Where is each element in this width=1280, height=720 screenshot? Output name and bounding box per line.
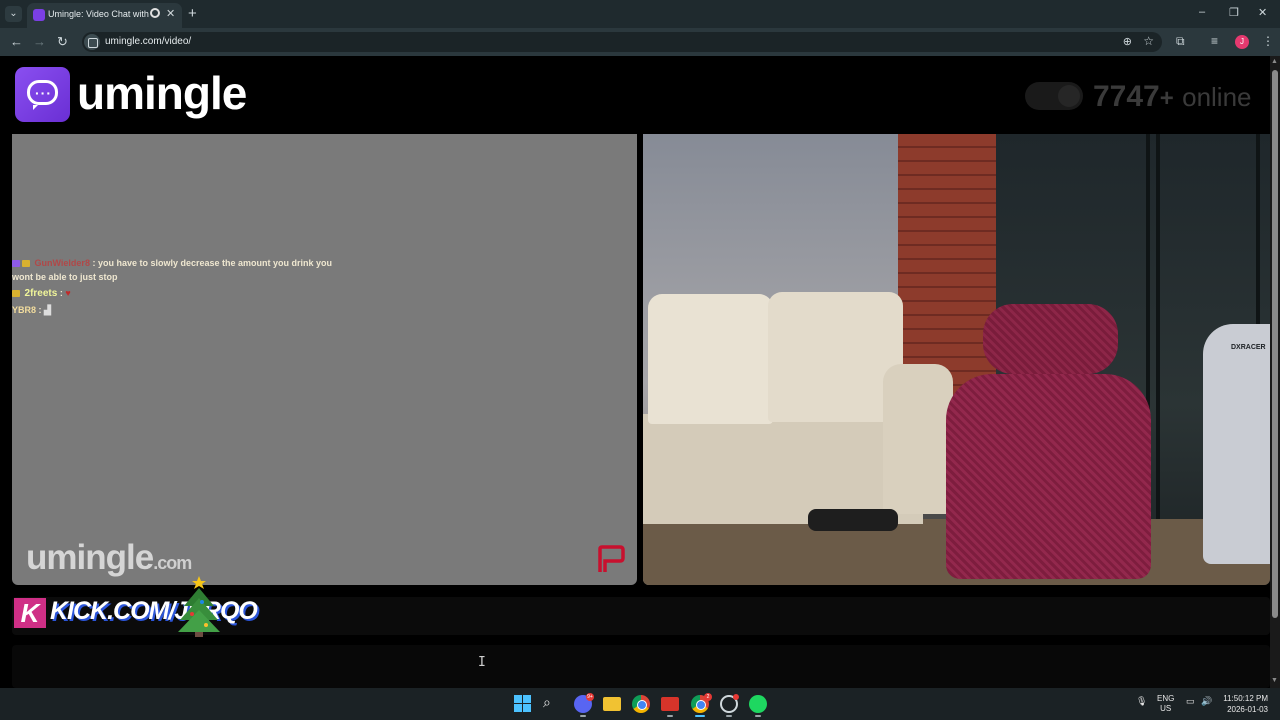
clock-date: 2026-01-03 — [1227, 705, 1268, 714]
zoom-icon[interactable]: ⊕ — [1123, 35, 1132, 48]
chat-text: : — [38, 305, 42, 315]
windows-start-icon[interactable] — [514, 695, 532, 713]
watermark-main: umingle — [26, 538, 154, 577]
browser-toolbar: ← → ↻ umingle.com/video/ ⊕ ☆ ⧉ ≡ ⋮ — [0, 28, 1280, 56]
reload-icon[interactable]: ↻ — [57, 34, 68, 50]
online-label: online — [1182, 82, 1252, 112]
tab-title: Umingle: Video Chat with S — [48, 9, 152, 19]
record-icon — [150, 8, 160, 18]
clock-time: 11:50:12 PM — [1223, 694, 1268, 703]
chat-input-bar[interactable] — [12, 645, 1270, 688]
online-plus: + — [1159, 85, 1174, 112]
scroll-down-icon[interactable]: ▼ — [1271, 677, 1278, 684]
language-indicator[interactable]: ENG US — [1157, 694, 1174, 714]
file-explorer-icon[interactable] — [603, 697, 621, 711]
badge-icon — [12, 290, 20, 298]
address-bar[interactable]: umingle.com/video/ ⊕ ☆ — [82, 32, 1162, 52]
stranger-video-pane: GunWielder8 : you have to slowly decreas… — [12, 134, 637, 585]
chat-message: 2freets : ♥ — [12, 286, 432, 301]
badge-icon — [12, 260, 20, 268]
chat-text: : you have to slowly decrease the amount… — [92, 258, 333, 268]
chat-message: GunWielder8 : you have to slowly decreas… — [12, 256, 432, 284]
kick-logo-icon: K — [14, 598, 46, 628]
badge-icon — [22, 260, 30, 268]
bookmark-star-icon[interactable]: ☆ — [1143, 34, 1154, 48]
logo-icon[interactable]: ··· — [15, 67, 70, 122]
gaming-chair: DXRACER — [1203, 324, 1270, 564]
chat-message: YBR8 : ▟ — [12, 303, 432, 317]
site-logo-text[interactable]: umingle — [77, 66, 247, 120]
site-info-icon[interactable] — [84, 34, 100, 50]
restore-button[interactable]: ❐ — [1229, 6, 1239, 19]
sofa-seat — [643, 414, 923, 524]
forward-icon[interactable]: → — [33, 34, 46, 49]
browser-tab-bar: ⌄ Umingle: Video Chat with S ✕ + – ❐ ✕ — [0, 0, 1280, 28]
theme-toggle[interactable] — [1025, 82, 1083, 110]
umingle-watermark: umingle.com — [26, 538, 192, 578]
back-icon[interactable]: ← — [10, 34, 23, 49]
chair-brand: DXRACER — [1231, 344, 1266, 351]
display-icon[interactable]: ▭ — [1186, 696, 1195, 707]
chrome-badge: 2 — [704, 693, 712, 701]
lang-line2: US — [1160, 704, 1172, 713]
umingle-favicon — [33, 9, 45, 21]
report-flag-icon[interactable] — [596, 544, 626, 574]
office-chair — [946, 374, 1151, 579]
chat-text: : — [59, 288, 63, 298]
extensions-icon[interactable]: ⧉ — [1176, 34, 1185, 49]
online-count: 7747 — [1093, 80, 1160, 113]
chat-username: 2freets — [24, 288, 58, 299]
lang-line1: ENG — [1157, 694, 1175, 703]
chair-armrest — [808, 509, 898, 531]
chat-text-continuation: wont be able to just stop — [12, 272, 118, 282]
minimize-button[interactable]: – — [1199, 6, 1205, 18]
sofa-arm — [883, 364, 953, 514]
self-video-pane: DXRACER — [643, 134, 1270, 585]
steam-badge — [733, 694, 739, 700]
volume-icon[interactable]: 🔊 — [1201, 696, 1212, 707]
page-scrollbar[interactable] — [1270, 56, 1280, 688]
tab-search-icon[interactable]: ⌄ — [5, 6, 22, 22]
chat-username: GunWielder8 — [34, 258, 90, 268]
emote-icon: ♥ — [65, 288, 71, 298]
spotify-icon[interactable] — [749, 695, 767, 713]
window-close-button[interactable]: ✕ — [1258, 6, 1267, 19]
chrome-icon[interactable] — [632, 695, 650, 713]
scroll-up-icon[interactable]: ▲ — [1271, 58, 1278, 65]
christmas-tree-icon — [178, 576, 220, 637]
profile-icon[interactable]: J — [1235, 35, 1249, 49]
new-tab-icon[interactable]: + — [188, 5, 197, 22]
emote-icon: ▟ — [44, 305, 51, 315]
media-control-icon[interactable]: ≡ — [1211, 34, 1218, 48]
kick-channel-text: KICK.COM/JERQO — [50, 597, 258, 625]
stream-chat-overlay: GunWielder8 : you have to slowly decreas… — [12, 256, 432, 319]
close-icon[interactable]: ✕ — [166, 7, 175, 20]
discord-badge: 9+ — [586, 693, 594, 701]
chat-username: YBR8 — [12, 305, 37, 315]
url-text: umingle.com/video/ — [105, 36, 192, 47]
menu-icon[interactable]: ⋮ — [1262, 34, 1274, 48]
text-cursor-icon: I — [478, 655, 486, 670]
app-icon[interactable] — [661, 697, 679, 711]
chair-headrest — [983, 304, 1118, 374]
sofa-cushion — [648, 294, 773, 424]
system-clock[interactable]: 11:50:12 PM 2026-01-03 — [1222, 693, 1268, 715]
search-icon[interactable]: ⌕ — [543, 694, 561, 712]
online-counter: 7747+ online — [1093, 80, 1252, 114]
microphone-icon[interactable]: 🎙 — [1136, 696, 1147, 707]
scrollbar-thumb[interactable] — [1272, 70, 1278, 618]
